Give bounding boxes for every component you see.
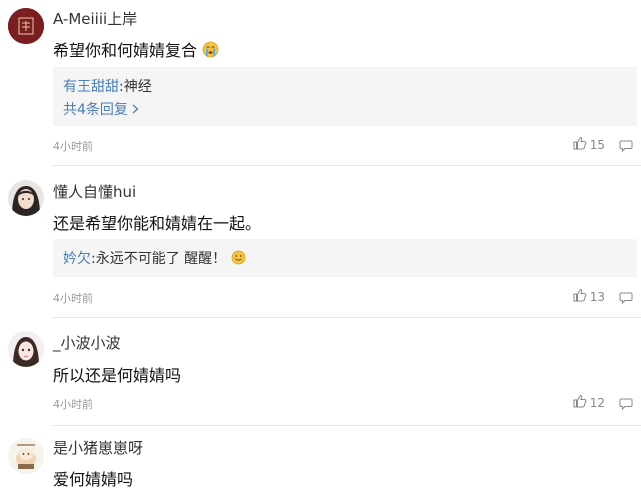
comment-text: 所以还是何婧婧吗	[53, 366, 182, 385]
chevron-right-icon	[132, 102, 139, 118]
avatar[interactable]	[8, 331, 44, 367]
like-button[interactable]: 15	[573, 136, 605, 153]
reply-username[interactable]: 妗欠	[63, 251, 91, 267]
reply-text: :永远不可能了 醒醒！	[91, 251, 227, 267]
comment-text-content: 希望你和何婧婧复合	[53, 41, 198, 60]
view-more-replies-link[interactable]: 共4条回复	[63, 99, 139, 119]
like-button[interactable]: 13	[573, 288, 605, 305]
comment-text: 爱何婧婧吗	[53, 470, 134, 489]
reply-comment-icon[interactable]	[619, 289, 633, 305]
reply-text: :神经	[119, 79, 152, 95]
comment-timestamp: 4小时前	[53, 292, 93, 305]
like-count: 15	[589, 137, 605, 152]
thumbs-up-icon	[573, 136, 587, 153]
reply-line: 有王甜甜:神经	[63, 76, 152, 96]
reply-comment-icon[interactable]	[619, 395, 633, 411]
thumbs-up-icon	[573, 288, 587, 305]
crying-emoji-icon	[202, 41, 219, 62]
avatar[interactable]	[8, 8, 44, 44]
smile-emoji-icon	[231, 250, 246, 269]
reply-line: 妗欠:永远不可能了 醒醒！	[63, 248, 246, 269]
reply-preview[interactable]: 有王甜甜:神经 共4条回复	[53, 67, 637, 126]
avatar-image	[8, 8, 44, 44]
thumbs-up-icon	[573, 394, 587, 411]
comment-timestamp: 4小时前	[53, 398, 93, 411]
comment-username[interactable]: 懂人自懂hui	[53, 181, 136, 202]
comment-item: _小波小波 所以还是何婧婧吗 4小时前 12	[0, 318, 641, 426]
reply-comment-icon[interactable]	[619, 137, 633, 153]
avatar-image	[8, 331, 44, 367]
avatar[interactable]	[8, 438, 44, 474]
comment-item: A-Meiiii上岸 希望你和何婧婧复合 有王甜甜:神经 共4条回复 4小时前	[0, 0, 641, 166]
comment-text: 希望你和何婧婧复合	[53, 37, 219, 62]
comment-item: 懂人自懂hui 还是希望你能和婧婧在一起。 妗欠:永远不可能了 醒醒！ 4小时前…	[0, 166, 641, 318]
avatar[interactable]	[8, 180, 44, 216]
comment-username[interactable]: A-Meiiii上岸	[53, 8, 137, 29]
comment-username[interactable]: 是小猪崽崽呀	[53, 437, 143, 458]
comment-text: 还是希望你能和婧婧在一起。	[53, 214, 262, 233]
like-count: 12	[589, 395, 605, 410]
comment-timestamp: 4小时前	[53, 140, 93, 153]
comment-item: 是小猪崽崽呀 爱何婧婧吗	[0, 426, 641, 494]
reply-preview[interactable]: 妗欠:永远不可能了 醒醒！	[53, 239, 637, 277]
avatar-image	[8, 180, 44, 216]
reply-username[interactable]: 有王甜甜	[63, 79, 119, 95]
more-replies-label: 共4条回复	[63, 102, 128, 118]
like-count: 13	[589, 289, 605, 304]
avatar-image	[8, 438, 44, 474]
comment-username[interactable]: _小波小波	[53, 332, 121, 353]
like-button[interactable]: 12	[573, 394, 605, 411]
